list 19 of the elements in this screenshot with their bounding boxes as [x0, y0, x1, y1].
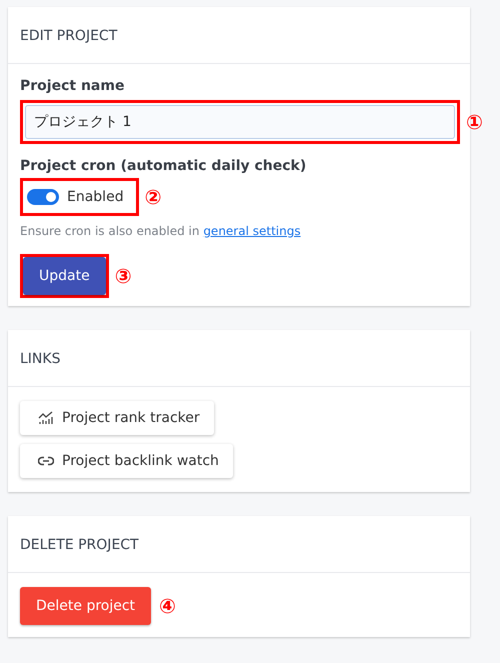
- section-title: LINKS: [20, 351, 62, 367]
- link-icon: [38, 456, 54, 466]
- update-button[interactable]: Update: [23, 257, 106, 295]
- hint-text: Ensure cron is also enabled in general settings: [20, 224, 301, 238]
- link-button[interactable]: Project rank tracker: [20, 401, 214, 435]
- callout-number: ①: [466, 110, 483, 134]
- callout-number: ②: [144, 185, 162, 209]
- link-button[interactable]: Project backlink watch: [20, 444, 233, 478]
- callout-number: ④: [159, 594, 176, 618]
- delete-button[interactable]: Delete project: [20, 587, 152, 625]
- section-title: DELETE PROJECT: [20, 537, 140, 553]
- field-label: Project name: [20, 78, 124, 94]
- project-name-field[interactable]: プロジェクト 1: [25, 105, 455, 139]
- field-label: Project cron (automatic daily check): [20, 158, 306, 174]
- chart-icon: [38, 411, 54, 425]
- callout-number: ③: [114, 264, 132, 288]
- cron-toggle[interactable]: Enabled: [25, 183, 134, 211]
- settings-link[interactable]: general settings: [203, 224, 301, 238]
- section-title: EDIT PROJECT: [20, 28, 118, 44]
